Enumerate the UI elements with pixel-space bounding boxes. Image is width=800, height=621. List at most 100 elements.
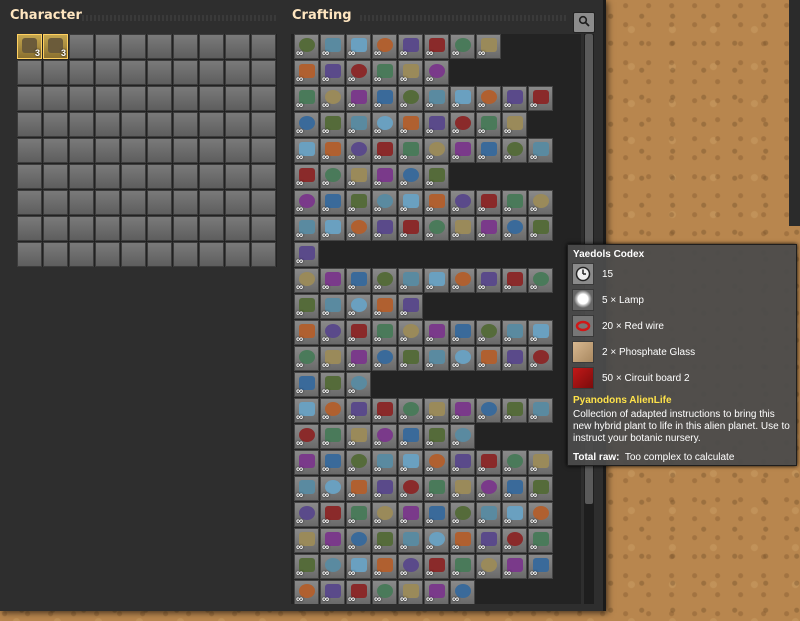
recipe-button[interactable]: ∞ xyxy=(320,190,345,215)
inventory-slot[interactable] xyxy=(95,112,120,137)
recipe-button[interactable]: ∞ xyxy=(450,528,475,553)
inventory-slot[interactable] xyxy=(225,138,250,163)
recipe-button[interactable]: ∞ xyxy=(398,268,423,293)
recipe-button[interactable]: ∞ xyxy=(476,86,501,111)
recipe-button[interactable]: ∞ xyxy=(320,60,345,85)
recipe-button[interactable]: ∞ xyxy=(450,320,475,345)
recipe-button[interactable]: ∞ xyxy=(450,502,475,527)
recipe-button[interactable]: ∞ xyxy=(528,216,553,241)
inventory-slot[interactable] xyxy=(173,216,198,241)
recipe-button[interactable]: ∞ xyxy=(528,528,553,553)
recipe-button[interactable]: ∞ xyxy=(294,60,319,85)
recipe-button[interactable]: ∞ xyxy=(294,216,319,241)
recipe-button[interactable]: ∞ xyxy=(424,346,449,371)
recipe-button[interactable]: ∞ xyxy=(294,242,319,267)
inventory-slot[interactable] xyxy=(43,190,68,215)
inventory-slot[interactable] xyxy=(69,190,94,215)
inventory-slot[interactable] xyxy=(147,190,172,215)
recipe-button[interactable]: ∞ xyxy=(398,346,423,371)
recipe-button[interactable]: ∞ xyxy=(372,216,397,241)
recipe-button[interactable]: ∞ xyxy=(320,476,345,501)
inventory-slot[interactable] xyxy=(251,190,276,215)
recipe-button[interactable]: ∞ xyxy=(502,112,527,137)
inventory-slot[interactable] xyxy=(95,86,120,111)
recipe-button[interactable]: ∞ xyxy=(320,216,345,241)
recipe-button[interactable]: ∞ xyxy=(450,476,475,501)
recipe-button[interactable]: ∞ xyxy=(372,112,397,137)
inventory-slot[interactable] xyxy=(199,60,224,85)
inventory-slot[interactable] xyxy=(173,86,198,111)
recipe-button[interactable]: ∞ xyxy=(424,268,449,293)
inventory-slot[interactable] xyxy=(251,86,276,111)
recipe-button[interactable]: ∞ xyxy=(372,60,397,85)
inventory-slot[interactable] xyxy=(147,112,172,137)
recipe-button[interactable]: ∞ xyxy=(346,138,371,163)
recipe-button[interactable]: ∞ xyxy=(450,346,475,371)
recipe-button[interactable]: ∞ xyxy=(424,398,449,423)
recipe-button[interactable]: ∞ xyxy=(450,86,475,111)
inventory-slot[interactable] xyxy=(43,242,68,267)
recipe-button[interactable]: ∞ xyxy=(424,60,449,85)
recipe-button[interactable]: ∞ xyxy=(398,580,423,604)
inventory-slot[interactable] xyxy=(225,190,250,215)
inventory-slot[interactable] xyxy=(173,190,198,215)
recipe-button[interactable]: ∞ xyxy=(320,112,345,137)
inventory-slot[interactable] xyxy=(121,216,146,241)
recipe-button[interactable]: ∞ xyxy=(346,216,371,241)
recipe-button[interactable]: ∞ xyxy=(346,424,371,449)
inventory-slot[interactable] xyxy=(251,34,276,59)
recipe-button[interactable]: ∞ xyxy=(502,450,527,475)
recipe-button[interactable]: ∞ xyxy=(424,112,449,137)
recipe-button[interactable]: ∞ xyxy=(320,268,345,293)
inventory-slot[interactable] xyxy=(17,216,42,241)
recipe-button[interactable]: ∞ xyxy=(346,164,371,189)
recipe-button[interactable]: ∞ xyxy=(320,554,345,579)
inventory-slot[interactable] xyxy=(69,34,94,59)
recipe-button[interactable]: ∞ xyxy=(528,450,553,475)
inventory-slot[interactable] xyxy=(251,138,276,163)
inventory-slot[interactable] xyxy=(95,216,120,241)
recipe-button[interactable]: ∞ xyxy=(502,216,527,241)
recipe-button[interactable]: ∞ xyxy=(424,138,449,163)
recipe-button[interactable]: ∞ xyxy=(528,346,553,371)
recipe-button[interactable]: ∞ xyxy=(502,502,527,527)
inventory-slot[interactable] xyxy=(147,86,172,111)
recipe-button[interactable]: ∞ xyxy=(320,138,345,163)
recipe-button[interactable]: ∞ xyxy=(424,86,449,111)
recipe-button[interactable]: ∞ xyxy=(320,164,345,189)
inventory-slot[interactable] xyxy=(199,86,224,111)
recipe-button[interactable]: ∞ xyxy=(346,502,371,527)
inventory-slot[interactable] xyxy=(43,138,68,163)
recipe-button[interactable]: ∞ xyxy=(528,554,553,579)
inventory-slot[interactable] xyxy=(225,112,250,137)
inventory-slot[interactable] xyxy=(17,86,42,111)
recipe-button[interactable]: ∞ xyxy=(502,554,527,579)
recipe-button[interactable]: ∞ xyxy=(450,580,475,604)
recipe-button[interactable]: ∞ xyxy=(450,216,475,241)
inventory-slot[interactable] xyxy=(121,34,146,59)
inventory-slot[interactable] xyxy=(17,242,42,267)
recipe-button[interactable]: ∞ xyxy=(320,372,345,397)
recipe-button[interactable]: ∞ xyxy=(398,502,423,527)
recipe-button[interactable]: ∞ xyxy=(450,112,475,137)
recipe-button[interactable]: ∞ xyxy=(372,190,397,215)
inventory-slot[interactable] xyxy=(173,112,198,137)
recipe-button[interactable]: ∞ xyxy=(476,320,501,345)
recipe-button[interactable]: ∞ xyxy=(476,528,501,553)
recipe-button[interactable]: ∞ xyxy=(476,216,501,241)
inventory-slot[interactable] xyxy=(251,112,276,137)
recipe-button[interactable]: ∞ xyxy=(372,268,397,293)
inventory-slot[interactable] xyxy=(147,242,172,267)
recipe-button[interactable]: ∞ xyxy=(372,164,397,189)
recipe-button[interactable]: ∞ xyxy=(346,320,371,345)
inventory-slot[interactable] xyxy=(199,216,224,241)
recipe-button[interactable]: ∞ xyxy=(476,190,501,215)
recipe-button[interactable]: ∞ xyxy=(424,580,449,604)
recipe-button[interactable]: ∞ xyxy=(424,502,449,527)
inventory-slot[interactable] xyxy=(95,190,120,215)
recipe-button[interactable]: ∞ xyxy=(372,86,397,111)
inventory-slot[interactable] xyxy=(69,216,94,241)
recipe-button[interactable]: ∞ xyxy=(294,34,319,59)
inventory-slot[interactable] xyxy=(95,164,120,189)
recipe-button[interactable]: ∞ xyxy=(502,190,527,215)
